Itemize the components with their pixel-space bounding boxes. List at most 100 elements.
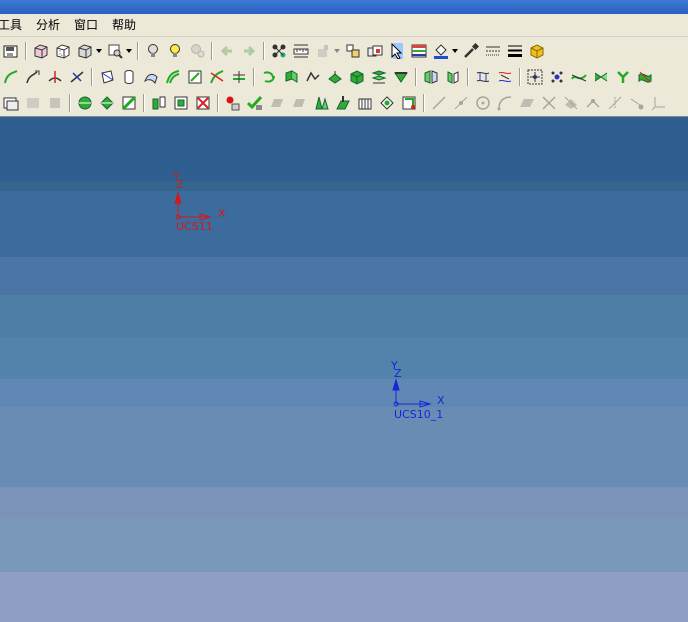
rotate-surface-icon[interactable]: [259, 67, 279, 87]
save-icon[interactable]: [1, 41, 21, 61]
offset-surface-icon[interactable]: [163, 67, 183, 87]
coordinate-system-icon[interactable]: [649, 93, 669, 113]
coordinate-system-ucs11[interactable]: Y Z X UCS11: [170, 171, 250, 241]
coordinate-system-ucs10-1[interactable]: Y Z X UCS10_1: [388, 360, 468, 430]
line-point-icon[interactable]: [451, 93, 471, 113]
surface-boundary-icon[interactable]: [97, 67, 117, 87]
light-bulb-on-icon[interactable]: [165, 41, 185, 61]
sphere-icon[interactable]: [75, 93, 95, 113]
erase-tool-icon[interactable]: [561, 93, 581, 113]
copy-surface-icon[interactable]: [149, 93, 169, 113]
axis-display-icon[interactable]: [45, 93, 65, 113]
light-bulb-off-icon[interactable]: [143, 41, 163, 61]
toolbar-row-3: [0, 90, 688, 115]
arrow-right-icon[interactable]: [239, 41, 259, 61]
menu-analysis[interactable]: 分析: [29, 14, 67, 36]
solid-box-icon[interactable]: [347, 67, 367, 87]
cursor-select-icon[interactable]: [387, 41, 407, 61]
measure-distance-icon[interactable]: [291, 41, 311, 61]
loft-surface-icon[interactable]: [303, 67, 323, 87]
viewport-band: [0, 295, 688, 337]
trim-curve-icon[interactable]: [45, 67, 65, 87]
revolve-icon[interactable]: [97, 93, 117, 113]
eyedropper-icon[interactable]: [461, 41, 481, 61]
curve-tool-icon[interactable]: [1, 67, 21, 87]
blend-surface-icon[interactable]: [185, 67, 205, 87]
flip-icon[interactable]: [443, 67, 463, 87]
shaded-cube-icon[interactable]: [527, 41, 547, 61]
project-curve-icon[interactable]: [229, 67, 249, 87]
connect-surface-icon[interactable]: [591, 67, 611, 87]
viewport-band: [0, 117, 688, 181]
dimension-icon[interactable]: [1, 93, 21, 113]
tangent-tool-icon[interactable]: [605, 93, 625, 113]
model-tree-icon[interactable]: [343, 41, 363, 61]
arrow-left-icon[interactable]: [217, 41, 237, 61]
intersect-curve-icon[interactable]: [207, 67, 227, 87]
arc-tool-icon[interactable]: [495, 93, 515, 113]
warp-icon[interactable]: [399, 93, 419, 113]
surface-patch-icon[interactable]: [119, 93, 139, 113]
toolbar-row-2: [0, 64, 688, 89]
branch-icon[interactable]: [613, 67, 633, 87]
circle-tool-icon[interactable]: [473, 93, 493, 113]
separator: [217, 93, 219, 112]
plane-tool-icon[interactable]: [517, 93, 537, 113]
fill-surface-icon[interactable]: [325, 67, 345, 87]
cylinder-icon[interactable]: [119, 67, 139, 87]
graphics-viewport[interactable]: Y Z X UCS11 Y Z X UCS10_1: [0, 116, 688, 622]
paint-bucket-icon[interactable]: [431, 41, 451, 61]
split-curve-icon[interactable]: [67, 67, 87, 87]
sweep-surface-icon[interactable]: [141, 67, 161, 87]
smooth-surface-icon[interactable]: [569, 67, 589, 87]
toolbar-area: [0, 37, 688, 116]
chamfer-icon[interactable]: [391, 67, 411, 87]
hammer-icon[interactable]: [313, 41, 333, 61]
curve-edit-icon[interactable]: [23, 67, 43, 87]
menu-window[interactable]: 窗口: [67, 14, 105, 36]
chevron-down-icon[interactable]: [334, 41, 340, 61]
menu-tools[interactable]: 工具: [0, 14, 29, 36]
merge-surface-icon[interactable]: [171, 93, 191, 113]
draft-icon[interactable]: [311, 93, 331, 113]
point-set-icon[interactable]: [547, 67, 567, 87]
mirror-icon[interactable]: [421, 67, 441, 87]
shell-icon[interactable]: [377, 93, 397, 113]
draft-plane-icon[interactable]: [333, 93, 353, 113]
view-cube-icon[interactable]: [31, 41, 51, 61]
relation-icon[interactable]: [269, 41, 289, 61]
zoom-window-icon[interactable]: [105, 41, 125, 61]
line-tool-icon[interactable]: [429, 93, 449, 113]
layer-icon[interactable]: [365, 41, 385, 61]
csys-x-label: X: [437, 394, 445, 407]
curve-network-icon[interactable]: [473, 67, 493, 87]
datum-point-icon[interactable]: [223, 93, 243, 113]
plane-display-icon[interactable]: [23, 93, 43, 113]
point-grid-icon[interactable]: [525, 67, 545, 87]
chevron-down-icon[interactable]: [126, 41, 132, 61]
delete-surface-icon[interactable]: [193, 93, 213, 113]
extrude-surface-icon[interactable]: [281, 67, 301, 87]
chevron-down-icon[interactable]: [452, 41, 458, 61]
surface-2-icon[interactable]: [289, 93, 309, 113]
viewport-band: [0, 487, 688, 517]
hidden-line-icon[interactable]: [53, 41, 73, 61]
menu-help[interactable]: 帮助: [105, 14, 143, 36]
point-on-curve-icon[interactable]: [627, 93, 647, 113]
vertex-tool-icon[interactable]: [583, 93, 603, 113]
cross-tool-icon[interactable]: [539, 93, 559, 113]
no-hidden-icon[interactable]: [75, 41, 95, 61]
surface-edit-icon[interactable]: [635, 67, 655, 87]
curve-analysis-icon[interactable]: [495, 67, 515, 87]
line-weight-icon[interactable]: [505, 41, 525, 61]
check-geometry-icon[interactable]: [245, 93, 265, 113]
light-settings-icon[interactable]: [187, 41, 207, 61]
pattern-icon[interactable]: [369, 67, 389, 87]
surface-1-icon[interactable]: [267, 93, 287, 113]
grid-table-icon[interactable]: [409, 41, 429, 61]
separator: [91, 67, 93, 86]
line-style-icon[interactable]: [483, 41, 503, 61]
chevron-down-icon[interactable]: [96, 41, 102, 61]
toolbar-row-1: [0, 38, 688, 63]
rib-icon[interactable]: [355, 93, 375, 113]
